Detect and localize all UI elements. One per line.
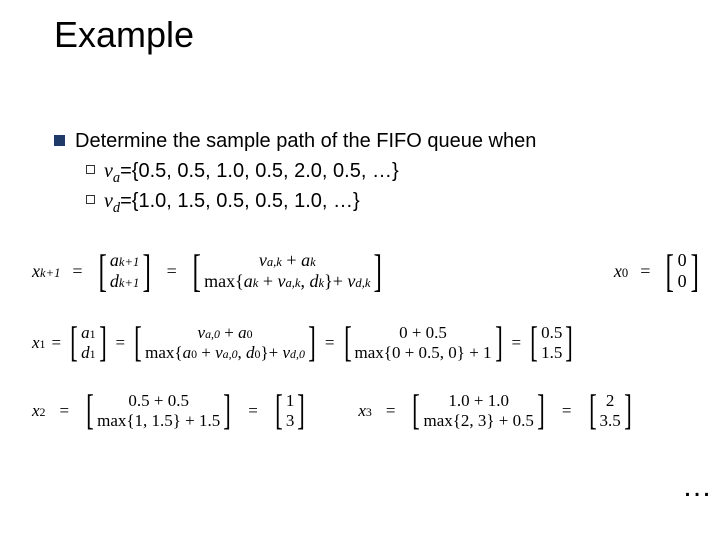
matrix-x3-result: [ 2 3.5 ] (586, 390, 635, 432)
matrix-x1-numeric: [ 0 + 0.5 max{0 + 0.5, 0} + 1 ] (341, 322, 506, 364)
equals-icon: = (512, 333, 522, 353)
matrix-x1-result: [ 0.5 1.5 ] (527, 322, 576, 364)
sub-bullet-list: va={0.5, 0.5, 1.0, 0.5, 2.0, 0.5, …} vd=… (86, 158, 674, 219)
x2-label: x2 (32, 401, 46, 421)
eq-row-x2x3: x2 = [ 0.5 + 0.5 max{1, 1.5} + 1.5 ] = [… (32, 390, 702, 432)
vd-var: v (104, 190, 113, 212)
bullet-main: Determine the sample path of the FIFO qu… (54, 128, 674, 154)
matrix-x2-numeric: [ 0.5 + 0.5 max{1, 1.5} + 1.5 ] (83, 390, 234, 432)
equals-icon: = (167, 261, 177, 282)
equals-icon: = (52, 333, 62, 353)
equals-icon: = (248, 401, 258, 421)
matrix-ak1dk1: [ ak+1 dk+1 ] (95, 248, 155, 294)
va-var: v (104, 160, 113, 182)
slide-title: Example (54, 14, 194, 56)
square-bullet-icon (54, 135, 65, 146)
sub-bullet-vd-text: vd={1.0, 1.5, 0.5, 0.5, 1.0, …} (104, 188, 360, 218)
sub-bullet-va: va={0.5, 0.5, 1.0, 0.5, 2.0, 0.5, …} (86, 158, 674, 188)
hollow-bullet-icon (86, 195, 95, 204)
matrix-x3-numeric: [ 1.0 + 1.0 max{2, 3} + 0.5 ] (409, 390, 547, 432)
sub-bullet-va-text: va={0.5, 0.5, 1.0, 0.5, 2.0, 0.5, …} (104, 158, 399, 188)
equals-icon: = (562, 401, 572, 421)
equals-icon: = (60, 401, 70, 421)
trailing-ellipsis: … (682, 470, 712, 504)
hollow-bullet-icon (86, 165, 95, 174)
equals-icon: = (325, 333, 335, 353)
matrix-a1d1: [ a1 d1 ] (67, 322, 109, 364)
equals-icon: = (386, 401, 396, 421)
equals-icon: = (640, 261, 650, 282)
sub-bullet-vd: vd={1.0, 1.5, 0.5, 0.5, 1.0, …} (86, 188, 674, 218)
x3-label: x3 (358, 401, 372, 421)
x1-label: x1 (32, 333, 46, 353)
equals-icon: = (116, 333, 126, 353)
va-sub: a (113, 170, 120, 186)
equation-area: xk+1 = [ ak+1 dk+1 ] = [ va,k + ak max{a… (32, 248, 702, 432)
vd-rest: ={1.0, 1.5, 0.5, 0.5, 1.0, …} (120, 190, 360, 212)
matrix-x1-symbolic: [ va,0 + a0 max{a0 + va,0, d0}+ vd,0 ] (131, 322, 319, 364)
equals-icon: = (72, 261, 82, 282)
xk1-label: xk+1 (32, 261, 60, 282)
x0-label: x0 (614, 261, 628, 282)
bullet-text: Determine the sample path of the FIFO qu… (75, 128, 536, 154)
slide: Example Determine the sample path of the… (0, 0, 720, 540)
va-rest: ={0.5, 0.5, 1.0, 0.5, 2.0, 0.5, …} (120, 160, 399, 182)
vd-sub: d (113, 200, 120, 216)
matrix-x2-result: [ 1 3 ] (272, 390, 309, 432)
matrix-x0: [ 0 0 ] (662, 248, 702, 294)
body-content: Determine the sample path of the FIFO qu… (54, 128, 674, 219)
eq-row-general: xk+1 = [ ak+1 dk+1 ] = [ va,k + ak max{a… (32, 248, 702, 294)
matrix-recurrence: [ va,k + ak max{ak + va,k, dk}+ vd,k ] (189, 248, 386, 294)
eq-row-x1: x1 = [ a1 d1 ] = [ va,0 + a0 max{a0 + va… (32, 322, 702, 364)
